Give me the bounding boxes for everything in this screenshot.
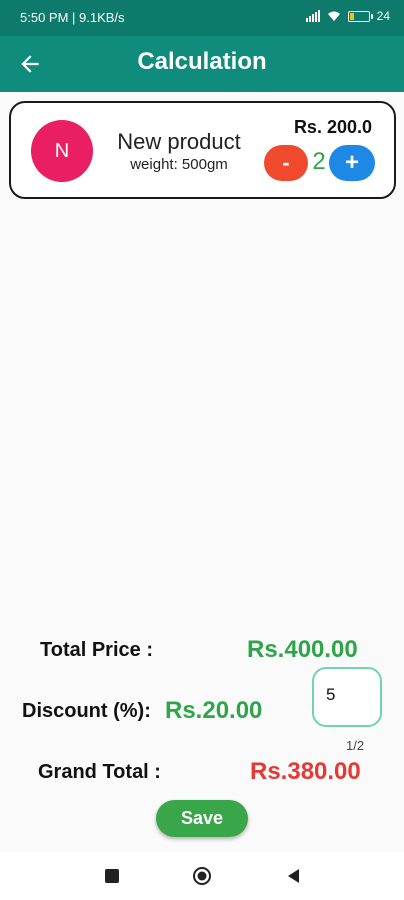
- avatar: N: [31, 120, 93, 182]
- wifi-icon: [327, 11, 340, 21]
- app-bar: Calculation: [0, 36, 404, 92]
- quantity-value: 2: [312, 148, 326, 175]
- product-weight: weight: 500gm: [130, 156, 228, 173]
- signal-icon: [305, 10, 320, 22]
- page-title: Calculation: [137, 48, 267, 75]
- grand-total-label: Grand Total :: [38, 761, 161, 783]
- discount-value: Rs.20.00: [165, 697, 263, 724]
- product-card: N New product weight: 500gm Rs. 200.0 - …: [9, 101, 396, 199]
- increment-button[interactable]: +: [329, 145, 375, 181]
- discount-label: Discount (%):: [22, 700, 151, 722]
- status-bar: 5:50 PM | 9.1KB/s 24: [0, 0, 404, 36]
- battery-icon: [347, 10, 373, 22]
- home-icon[interactable]: [192, 866, 212, 886]
- recent-apps-icon[interactable]: [102, 866, 122, 886]
- product-price: Rs. 200.0: [293, 117, 372, 137]
- battery-level: 24: [376, 9, 390, 23]
- grand-total-value: Rs.380.00: [250, 758, 361, 785]
- status-icons: 24: [305, 9, 390, 23]
- total-price-value: Rs.400.00: [247, 636, 358, 663]
- discount-input[interactable]: 5: [312, 667, 382, 727]
- product-name: New product: [117, 129, 241, 154]
- discount-char-counter: 1/2: [346, 738, 365, 753]
- save-button[interactable]: Save: [156, 800, 248, 837]
- navigation-bar: [0, 852, 404, 900]
- total-price-label: Total Price :: [40, 639, 153, 661]
- status-time-speed: 5:50 PM | 9.1KB/s: [20, 10, 125, 25]
- decrement-button[interactable]: -: [264, 145, 308, 181]
- back-triangle-icon[interactable]: [284, 866, 304, 886]
